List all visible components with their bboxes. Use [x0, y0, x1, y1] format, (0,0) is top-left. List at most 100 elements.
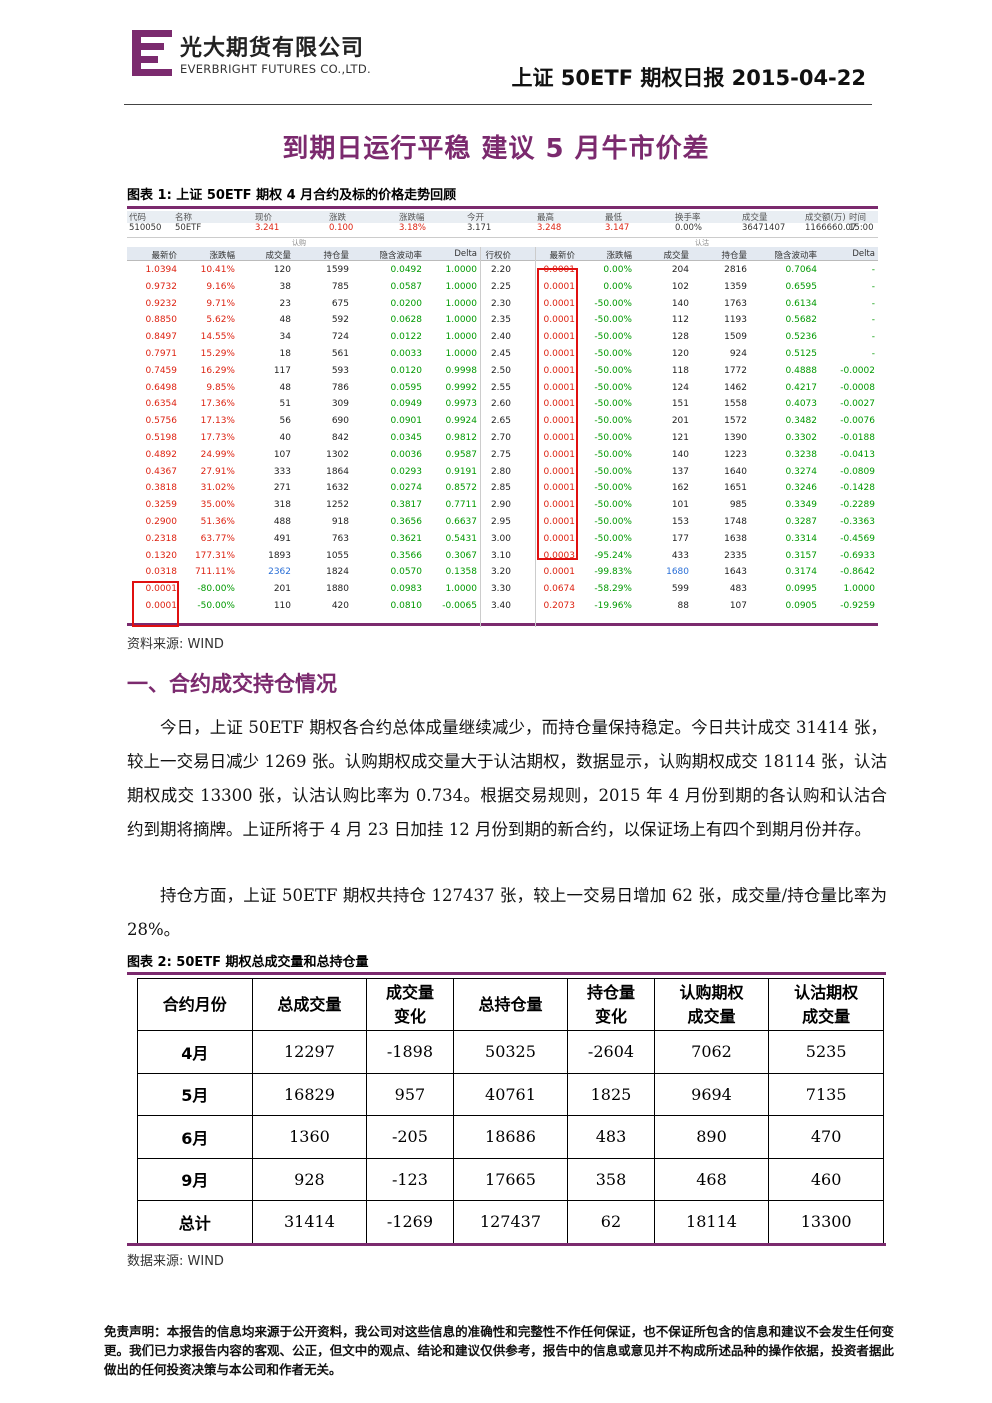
option-cell: 0.2318 [145, 533, 178, 544]
underlying-value-cell: 15:00 [849, 223, 874, 233]
option-row: 0.5198 17.73% 40 842 0.0345 0.9812 2.70 0.0001-… [127, 430, 878, 447]
option-cell: 763 [331, 533, 349, 544]
table2-row: 总计 31414 -1269 127437 62 18114 13300 [137, 1200, 884, 1244]
option-cell: 0.0274 [390, 483, 423, 494]
option-cell: 1223 [724, 449, 747, 460]
option-cell: 2816 [724, 265, 747, 275]
option-cell: -50.00% [594, 399, 632, 410]
option-cell: 0.3566 [390, 550, 423, 561]
option-cell: 0.5236 [785, 332, 818, 343]
option-cell: 0.6354 [145, 399, 178, 410]
option-cell: 137 [671, 466, 689, 477]
figure1-quote-screenshot: 代码 名称 现价 涨跌 涨跌幅 今开 最高 最低 换手率 成交量 成交额(万) 时间 510050 50… [127, 206, 878, 627]
option-cell: 1640 [724, 466, 747, 477]
options-column-header-cell: 隐含波动率 [774, 251, 817, 261]
table2-cell: 928 [251, 1157, 368, 1201]
table2-cell: 18686 [452, 1115, 569, 1159]
underlying-value-cell: 3.147 [605, 223, 630, 233]
option-row: 0.9232 9.71% 23 675 0.0200 1.0000 2.30 0.0001 -5… [127, 296, 878, 313]
table2-header-cell: 总成交量 [251, 978, 368, 1031]
option-cell: 0.7711 [445, 500, 478, 511]
option-cell: 2.95 [490, 517, 511, 527]
table2-cell: 13300 [768, 1200, 884, 1244]
option-cell: 101 [671, 500, 689, 511]
table2-row: 5月 16829 957 40761 1825 9694 7135 [137, 1072, 884, 1116]
option-cell: 1772 [724, 365, 747, 376]
option-cell: 128 [671, 332, 689, 343]
company-logo [132, 30, 172, 76]
option-cell: -50.00% [594, 332, 632, 343]
option-cell: 9.71% [206, 298, 235, 309]
option-cell: 31.02% [200, 483, 235, 494]
option-cell: 0.3314 [785, 533, 818, 544]
option-cell: -50.00% [594, 365, 632, 376]
table2-bottom-rule [127, 1243, 886, 1246]
option-cell: 433 [671, 550, 689, 561]
option-cell: 177.31% [194, 550, 235, 561]
headline: 到期日运行平稳 建议 5 月牛市价差 [282, 134, 710, 164]
option-cell: 0.0995 [785, 584, 818, 595]
option-cell: 561 [331, 349, 349, 359]
option-cell: 0.9998 [445, 365, 478, 376]
table2-cell: 5235 [768, 1030, 884, 1074]
option-cell: 1252 [326, 500, 349, 511]
option-cell: 0.9587 [445, 449, 478, 460]
company-name-en: EVERBRIGHT FUTURES CO.,LTD. [180, 62, 371, 76]
option-row: 0.0318 711.11% 2362 1824 0.0570 0.1358 3.20 0.0… [127, 564, 878, 581]
option-row: 0.7971 15.29% 18 561 0.0033 1.0000 2.45 0.0001-… [127, 346, 878, 363]
option-cell: -0.9259 [840, 601, 875, 611]
options-column-header-cell: Delta [852, 249, 875, 259]
option-cell: 1.0000 [445, 281, 478, 292]
option-cell: 0.0901 [390, 416, 423, 427]
option-cell: -80.00% [197, 584, 235, 595]
options-column-header-cell: 涨跌幅 [606, 251, 632, 261]
option-cell: 23 [279, 298, 291, 309]
table2-header-cell: 成交量 变化 [366, 978, 454, 1031]
option-cell: 0.6498 [145, 382, 178, 393]
table2-header-line1: 成交量 [385, 982, 434, 1002]
table2-cell: 50325 [452, 1030, 569, 1074]
table2-cell: 9月 [137, 1157, 253, 1201]
option-cell: 14.55% [200, 332, 235, 343]
underlying-value-cell: 3.241 [255, 223, 280, 233]
underlying-header-cell: 今开 [467, 213, 485, 223]
options-column-header-cell: 行权价 [485, 251, 511, 261]
table2-header-line1: 认沽期权 [794, 982, 859, 1002]
option-cell: 1302 [326, 449, 349, 460]
option-cell: 0.0570 [390, 567, 423, 578]
option-cell: 2.65 [490, 416, 511, 427]
option-cell: 2335 [724, 550, 747, 561]
option-row: 0.8850 5.62% 48 592 0.0628 1.0000 2.35 0.0001 -5… [127, 312, 878, 329]
option-cell: -50.00% [594, 500, 632, 511]
option-cell: 2.40 [490, 332, 511, 343]
option-cell: 0.3238 [785, 449, 818, 460]
option-cell: 1.0000 [445, 298, 478, 309]
option-cell: 0.3246 [785, 483, 818, 494]
option-cell: 153 [671, 517, 689, 527]
option-cell: 0.0033 [390, 349, 423, 359]
option-cell: 1.0000 [445, 349, 478, 359]
table2-cell: 62 [567, 1200, 655, 1244]
option-cell: -95.24% [594, 550, 632, 561]
underlying-value-row: 510050 50ETF 3.241 0.100 3.18% 3.171 3.248 3.14… [127, 223, 878, 235]
report-title: 上证 50ETF 期权日报 2015-04-22 [511, 66, 867, 90]
option-cell: 204 [671, 265, 689, 275]
table2-cell: -123 [366, 1157, 454, 1201]
option-cell: 1880 [326, 584, 349, 595]
option-cell: 0.0628 [390, 315, 423, 326]
options-column-header: 最新价 涨跌幅 成交量 持仓量 隐含波动率 Delta 行权价 最新价 涨跌幅 成交量 持仓量 隐含波… [127, 247, 878, 261]
option-cell: 17.13% [200, 416, 235, 427]
table2-header-line2: 成交量 [687, 1006, 736, 1026]
option-cell: 0.5198 [145, 433, 178, 443]
option-cell: 0.4217 [785, 382, 818, 393]
option-cell: 38 [279, 281, 291, 292]
option-cell: 0.2073 [543, 601, 576, 611]
option-cell: 118 [671, 365, 689, 376]
underlying-value-cell: 3.171 [467, 223, 492, 233]
option-cell: -0.6933 [840, 550, 875, 561]
option-cell: 786 [331, 382, 349, 393]
option-cell: 0.00% [603, 281, 632, 292]
option-row: 0.2318 63.77% 491 763 0.3621 0.5431 3.00 0.0001… [127, 531, 878, 548]
underlying-header-cell: 最低 [605, 213, 623, 223]
table2-header-line1: 总成交量 [277, 994, 342, 1014]
